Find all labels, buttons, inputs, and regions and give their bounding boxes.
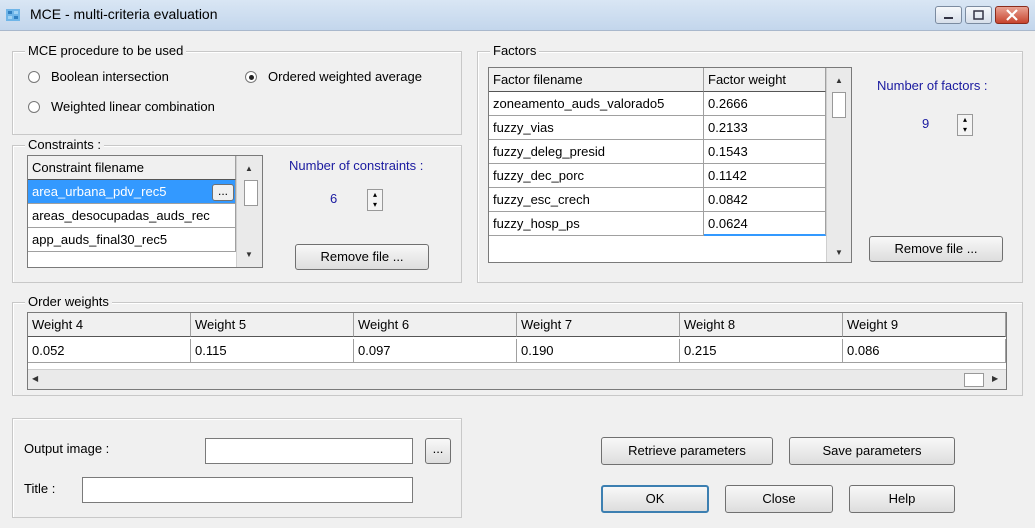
weight-header[interactable]: Weight 4 [28,313,191,337]
factors-legend: Factors [490,44,540,58]
constraints-count-label: Number of constraints : [289,158,424,173]
scroll-down-icon[interactable]: ▼ [237,250,261,259]
boolean-intersection-label[interactable]: Boolean intersection [51,69,169,84]
app-icon [6,9,20,21]
constraints-spinner[interactable]: ▴ ▾ [367,189,383,211]
factor-name-cell[interactable]: fuzzy_vias [489,116,704,140]
minimize-icon [944,17,953,19]
weight-header[interactable]: Weight 9 [843,313,1006,337]
factor-name-cell[interactable]: fuzzy_hosp_ps [489,212,704,236]
spin-down-icon[interactable]: ▾ [368,200,382,210]
remove-constraint-button[interactable]: Remove file ... [295,244,429,270]
weight-value-cell[interactable]: 0.215 [680,339,843,363]
weight-header[interactable]: Weight 6 [354,313,517,337]
factor-weight-cell[interactable]: 0.0842 [704,188,826,212]
constraint-row[interactable]: app_auds_final30_rec5 [28,228,236,252]
scroll-thumb[interactable] [964,373,984,387]
weight-value-cell[interactable]: 0.052 [28,339,191,363]
close-window-button[interactable] [995,6,1029,24]
factors-count-label: Number of factors : [877,78,988,93]
order-weights-hscrollbar[interactable]: ◀ ▶ [28,369,1006,389]
order-weights-table[interactable]: Weight 4 Weight 5 Weight 6 Weight 7 Weig… [27,312,1007,390]
weight-value-cell[interactable]: 0.115 [191,339,354,363]
scroll-up-icon[interactable]: ▲ [827,76,851,85]
output-group [12,418,462,518]
factors-table[interactable]: Factor filename Factor weight zoneamento… [488,67,852,263]
factors-scrollbar[interactable]: ▲ ▼ [826,68,851,262]
boolean-intersection-radio[interactable] [28,71,40,83]
procedure-legend: MCE procedure to be used [25,44,187,58]
weight-header[interactable]: Weight 5 [191,313,354,337]
constraints-legend: Constraints : [25,138,104,152]
wlc-label[interactable]: Weighted linear combination [51,99,215,114]
order-weights-legend: Order weights [25,295,112,309]
factor-weight-cell[interactable]: 0.1142 [704,164,826,188]
remove-factor-button[interactable]: Remove file ... [869,236,1003,262]
constraint-filename-header[interactable]: Constraint filename [28,156,236,180]
factor-weight-cell[interactable]: 0.2666 [704,92,826,116]
close-icon [1006,9,1018,21]
scroll-thumb[interactable] [832,92,846,118]
weight-header[interactable]: Weight 8 [680,313,843,337]
scroll-right-icon[interactable]: ▶ [992,374,998,383]
constraints-table[interactable]: Constraint filename area_urbana_pdv_rec5… [27,155,263,268]
factor-name-cell[interactable]: fuzzy_deleg_presid [489,140,704,164]
title-bar[interactable]: MCE - multi-criteria evaluation [0,0,1035,31]
spin-up-icon[interactable]: ▴ [368,190,382,200]
constraints-scrollbar[interactable]: ▲ ▼ [236,156,262,267]
factor-weight-header[interactable]: Factor weight [704,68,826,92]
wlc-radio[interactable] [28,101,40,113]
ok-button[interactable]: OK [601,485,709,513]
save-parameters-button[interactable]: Save parameters [789,437,955,465]
maximize-button[interactable] [965,6,992,24]
maximize-icon [973,10,984,20]
factor-name-cell[interactable]: zoneamento_auds_valorado5 [489,92,704,116]
spin-up-icon[interactable]: ▴ [958,115,972,125]
scroll-down-icon[interactable]: ▼ [827,248,851,257]
close-button[interactable]: Close [725,485,833,513]
scroll-left-icon[interactable]: ◀ [32,374,38,383]
constraint-row[interactable]: area_urbana_pdv_rec5 [28,180,236,204]
factor-weight-cell[interactable]: 0.0624 [704,212,826,236]
factors-count: 9 [922,116,930,131]
owa-radio[interactable] [245,71,257,83]
procedure-group [12,51,462,135]
constraint-browse-button[interactable]: ... [212,184,234,201]
spin-down-icon[interactable]: ▾ [958,125,972,135]
title-input[interactable] [82,477,413,503]
factors-spinner[interactable]: ▴ ▾ [957,114,973,136]
minimize-button[interactable] [935,6,962,24]
retrieve-parameters-button[interactable]: Retrieve parameters [601,437,773,465]
weight-value-cell[interactable]: 0.190 [517,339,680,363]
weight-value-cell[interactable]: 0.086 [843,339,1006,363]
scroll-up-icon[interactable]: ▲ [237,164,261,173]
constraints-count: 6 [330,191,338,206]
output-image-label: Output image : [24,441,110,456]
weight-value-cell[interactable]: 0.097 [354,339,517,363]
help-button[interactable]: Help [849,485,955,513]
scroll-thumb[interactable] [244,180,258,206]
factor-weight-cell[interactable]: 0.2133 [704,116,826,140]
factor-weight-cell[interactable]: 0.1543 [704,140,826,164]
factor-name-cell[interactable]: fuzzy_esc_crech [489,188,704,212]
weight-header[interactable]: Weight 7 [517,313,680,337]
factor-filename-header[interactable]: Factor filename [489,68,704,92]
owa-label[interactable]: Ordered weighted average [268,69,422,84]
output-image-input[interactable] [205,438,413,464]
window-title: MCE - multi-criteria evaluation [30,6,218,22]
output-browse-button[interactable]: ... [425,438,451,464]
title-label: Title : [24,481,56,496]
constraint-row[interactable]: areas_desocupadas_auds_rec [28,204,236,228]
factor-name-cell[interactable]: fuzzy_dec_porc [489,164,704,188]
